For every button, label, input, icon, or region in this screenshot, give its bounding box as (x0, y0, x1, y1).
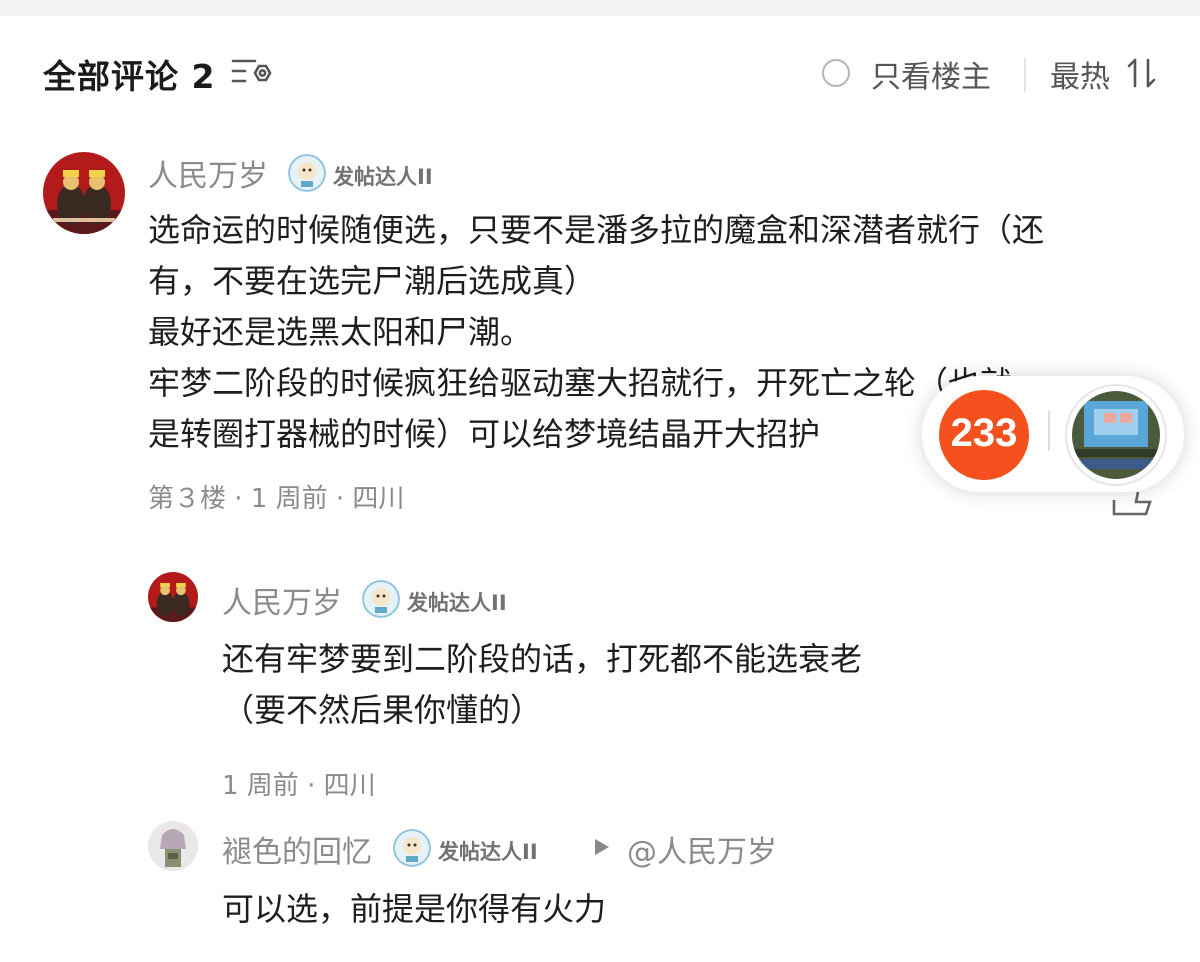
avatar-poster (43, 152, 125, 234)
sort-hot-button[interactable]: 最热 (1050, 52, 1110, 96)
badge-label: 发帖达人II (333, 165, 433, 189)
comment-line: 选命运的时候随便选，只要不是潘多拉的魔盒和深潜者就行（还 (148, 211, 1045, 249)
badge-icon (393, 829, 431, 867)
avatar-figure (148, 821, 198, 871)
badge-icon (288, 154, 326, 192)
avatar[interactable] (43, 152, 125, 234)
comments-title: 全部评论 2 (43, 57, 216, 96)
badge-label: 发帖达人II (407, 591, 507, 615)
emoji-233-icon[interactable]: 233 (932, 383, 1036, 487)
emoji-233-label: 233 (950, 411, 1018, 455)
comment-meta: 第３楼 · 1 周前 · 四川 (148, 484, 405, 514)
reply-author[interactable]: 褪色的回忆 (222, 827, 372, 871)
badge-icon (362, 580, 400, 618)
only-op-toggle[interactable]: 只看楼主 (871, 52, 991, 96)
only-op-radio-icon[interactable] (822, 59, 850, 87)
pixel-art-icon[interactable] (1064, 383, 1168, 487)
top-strip (0, 0, 1200, 16)
reply-line: 还有牢梦要到二阶段的话，打死都不能选衰老 (222, 640, 863, 678)
reply-line: （要不然后果你懂的） (222, 691, 543, 729)
floating-divider (1048, 411, 1050, 451)
avatar[interactable] (148, 572, 198, 622)
reply-arrow-icon (595, 839, 609, 855)
reply-line: 可以选，前提是你得有火力 (222, 890, 607, 928)
badge-label: 发帖达人II (438, 840, 538, 864)
avatar-poster (148, 572, 198, 622)
header-divider (1024, 58, 1026, 92)
reply-meta: 1 周前 · 四川 (222, 771, 376, 801)
reply-author[interactable]: 人民万岁 (222, 578, 342, 622)
comment-line: 有，不要在选完尸潮后选成真） (148, 262, 597, 300)
sort-icon[interactable] (1126, 56, 1158, 90)
reply-to-mention[interactable]: @人民万岁 (627, 827, 777, 871)
avatar[interactable] (148, 821, 198, 871)
comment-author[interactable]: 人民万岁 (148, 151, 268, 195)
comment-line: 最好还是选黑太阳和尸潮。 (148, 313, 533, 351)
filter-settings-icon[interactable] (231, 56, 273, 90)
reply-body: 可以选，前提是你得有火力 (222, 884, 1162, 935)
reply-body: 还有牢梦要到二阶段的话，打死都不能选衰老 （要不然后果你懂的） (222, 634, 1162, 736)
